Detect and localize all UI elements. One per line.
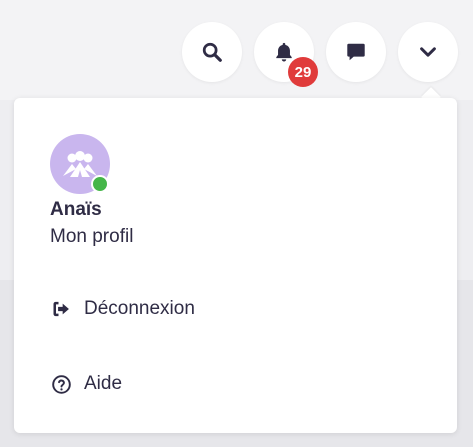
user-name: Anaïs	[50, 199, 102, 220]
help-circle-icon	[50, 373, 72, 395]
help-label: Aide	[84, 373, 123, 394]
notification-count-badge: 29	[288, 57, 318, 87]
search-button[interactable]	[182, 22, 242, 82]
sign-out-icon	[50, 298, 72, 320]
bell-icon	[273, 41, 295, 63]
logout-menu-item[interactable]: Déconnexion	[50, 298, 195, 320]
online-status-dot	[91, 175, 109, 193]
user-menu-dropdown: Anaïs Mon profil Déconnexion Aide	[14, 98, 457, 433]
search-icon	[201, 41, 223, 63]
chat-icon	[345, 41, 367, 63]
messages-button[interactable]	[326, 22, 386, 82]
profile-link[interactable]: Mon profil	[50, 226, 133, 248]
user-menu-toggle[interactable]	[398, 22, 458, 82]
logout-label: Déconnexion	[84, 298, 195, 319]
chevron-down-icon	[417, 41, 439, 63]
help-menu-item[interactable]: Aide	[50, 373, 122, 395]
